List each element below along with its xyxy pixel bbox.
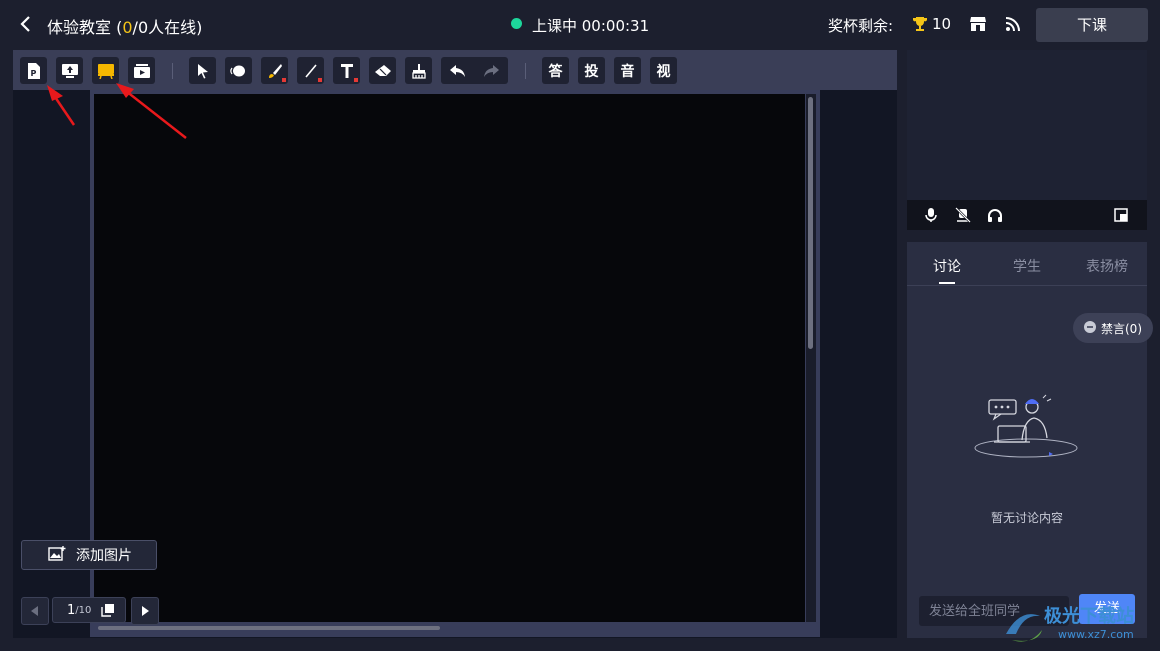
trophy-count: 10: [932, 15, 952, 33]
vertical-scroll-thumb[interactable]: [808, 97, 813, 349]
add-image-label: 添加图片: [76, 548, 132, 564]
camera-off-icon[interactable]: [955, 207, 971, 223]
page-current: 1: [67, 602, 76, 618]
answer-tool-button[interactable]: 答: [542, 57, 569, 84]
headphones-icon[interactable]: [987, 207, 1003, 223]
redo-icon[interactable]: [474, 57, 508, 84]
tab-praise-board[interactable]: 表扬榜: [1086, 256, 1128, 276]
empty-discussion-illustration: [970, 392, 1082, 462]
tab-students[interactable]: 学生: [1013, 256, 1041, 276]
triangle-right-icon: [142, 606, 149, 616]
whiteboard-icon[interactable]: [92, 57, 119, 84]
brush-icon[interactable]: [261, 57, 288, 84]
video-tool-button[interactable]: 视: [650, 57, 677, 84]
watermark-text: 极光下载站: [1044, 606, 1134, 627]
add-image-icon: [48, 545, 66, 565]
trophy-label: 奖杯剩余:: [828, 17, 894, 35]
signal-icon[interactable]: [1005, 16, 1021, 32]
tab-discussion[interactable]: 讨论: [933, 256, 961, 276]
back-icon[interactable]: [18, 14, 34, 34]
ppt-upload-icon[interactable]: P: [20, 57, 47, 84]
mute-all-label: 禁言(0): [1101, 321, 1142, 336]
eraser-icon[interactable]: [369, 57, 396, 84]
tab-divider: [907, 285, 1147, 286]
room-title: 体验教室 (0/0人在线): [47, 14, 202, 38]
triangle-left-icon: [31, 606, 38, 616]
add-image-button[interactable]: 添加图片: [21, 540, 157, 570]
empty-discussion-text: 暂无讨论内容: [990, 511, 1063, 525]
audio-tool-button[interactable]: 音: [614, 57, 641, 84]
screen-share-icon[interactable]: [56, 57, 83, 84]
text-tool-icon[interactable]: [333, 57, 360, 84]
class-timer: 上课中 00:00:31: [532, 17, 650, 35]
page-total: /10: [75, 604, 92, 616]
horizontal-scroll-thumb[interactable]: [98, 626, 440, 630]
vote-tool-button[interactable]: 投: [578, 57, 605, 84]
trophy-icon: [912, 16, 928, 32]
prev-page-button[interactable]: [21, 597, 49, 625]
toolbar-divider: [172, 63, 173, 79]
page-indicator: 1/10: [52, 597, 126, 623]
undo-icon[interactable]: [441, 57, 474, 84]
microphone-icon[interactable]: [923, 207, 939, 223]
pointer-icon[interactable]: [189, 57, 216, 84]
store-icon[interactable]: [969, 16, 987, 32]
clear-board-icon[interactable]: [405, 57, 432, 84]
svg-text:P: P: [30, 69, 36, 78]
mute-all-button[interactable]: 禁言(0): [1073, 313, 1153, 343]
page-list-icon[interactable]: [101, 603, 115, 621]
whiteboard-canvas[interactable]: [94, 94, 805, 622]
online-total: /0人在线): [132, 18, 203, 37]
active-tab-indicator: [939, 282, 955, 284]
live-status-dot: [511, 18, 522, 29]
watermark-url: www.xz7.com: [1058, 628, 1134, 641]
line-tool-icon[interactable]: [297, 57, 324, 84]
online-count: 0: [122, 18, 133, 37]
next-page-button[interactable]: [131, 597, 159, 625]
mute-chat-icon: [1083, 320, 1097, 337]
end-class-button[interactable]: 下课: [1036, 8, 1148, 42]
laser-pointer-icon[interactable]: [225, 57, 252, 84]
video-controls-bar: [907, 200, 1147, 230]
media-player-icon[interactable]: [128, 57, 155, 84]
fullscreen-icon[interactable]: [1114, 207, 1130, 223]
room-name: 体验教室: [47, 18, 112, 37]
toolbar-divider: [525, 63, 526, 79]
